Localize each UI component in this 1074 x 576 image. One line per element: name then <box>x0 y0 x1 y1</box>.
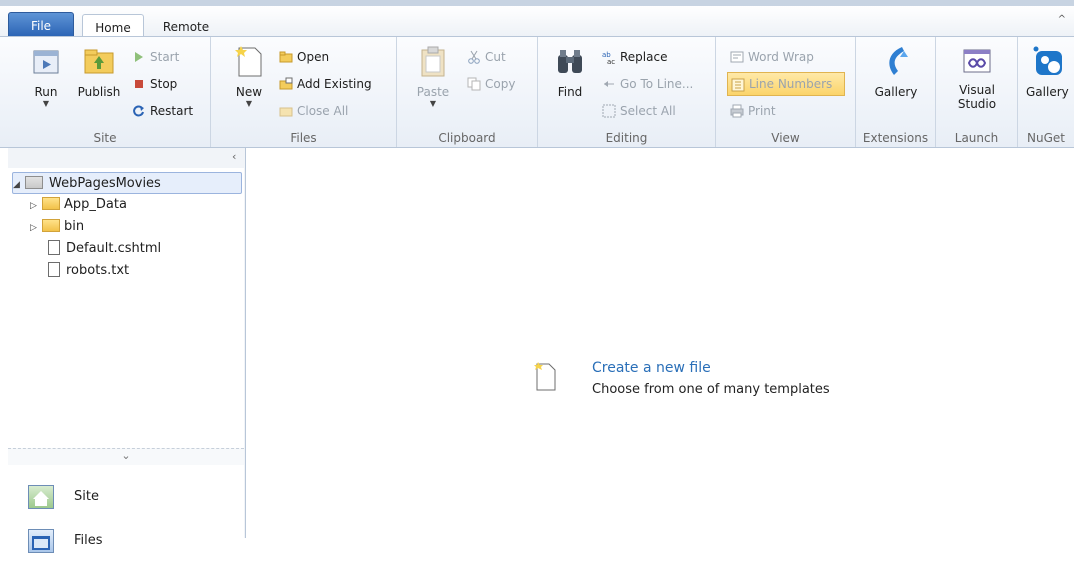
collapsed-triangle-icon[interactable]: ▷ <box>30 217 42 239</box>
nuget-gallery-button[interactable]: Gallery <box>1026 45 1074 99</box>
publish-button[interactable]: Publish <box>72 45 126 99</box>
close-all-icon <box>279 104 293 118</box>
add-existing-icon <box>279 77 293 91</box>
nuget-icon <box>1032 45 1064 79</box>
line-numbers-toggle[interactable]: Line Numbers <box>727 72 845 96</box>
folder-icon <box>42 219 60 232</box>
new-file-icon <box>233 45 265 79</box>
paste-button[interactable]: Paste ▼ <box>413 45 453 108</box>
tree-item-robots-txt[interactable]: robots.txt <box>48 260 129 282</box>
create-new-file-link[interactable]: Create a new file <box>592 360 711 376</box>
group-label-extensions: Extensions <box>862 131 929 145</box>
add-existing-button[interactable]: Add Existing <box>279 74 372 94</box>
file-icon <box>48 240 60 255</box>
visual-studio-icon <box>961 45 993 79</box>
ribbon-group-extensions: Gallery Extensions <box>856 37 936 147</box>
ribbon-group-editing: Find ab ac Replace Go To Line... Select Al… <box>538 37 716 147</box>
webmatrix-window: File Home Remote ^ Run ▼ Publish Start S… <box>0 0 1074 576</box>
files-icon <box>28 529 54 553</box>
extensions-gallery-button[interactable]: Gallery <box>866 45 926 99</box>
replace-button[interactable]: ab ac Replace <box>602 47 667 67</box>
left-panel: ‹ ◢ WebPagesMovies ▷ App_Data ▷ bin Default… <box>8 148 246 576</box>
group-label-launch: Launch <box>954 131 999 145</box>
file-icon <box>48 262 60 277</box>
replace-icon: ab ac <box>602 50 616 66</box>
line-numbers-icon <box>731 77 745 91</box>
cut-button[interactable]: Cut <box>467 47 506 67</box>
tree-item-default-cshtml[interactable]: Default.cshtml <box>48 238 161 260</box>
expanded-triangle-icon[interactable]: ◢ <box>13 174 25 196</box>
ribbon-collapse-icon[interactable]: ^ <box>1058 14 1066 25</box>
print-button[interactable]: Print <box>730 101 776 121</box>
word-wrap-toggle[interactable]: Word Wrap <box>730 47 814 67</box>
word-wrap-icon <box>730 50 744 64</box>
tree-item-bin[interactable]: ▷ bin <box>30 216 84 238</box>
panel-splitter[interactable]: ⌄ <box>8 448 244 465</box>
close-all-button[interactable]: Close All <box>279 101 348 121</box>
new-file-icon[interactable] <box>534 362 558 392</box>
extensions-gallery-icon <box>880 45 912 79</box>
stop-icon <box>132 77 146 91</box>
group-label-files: Files <box>290 131 317 145</box>
group-label-editing: Editing <box>605 131 648 145</box>
nav-files-button[interactable]: Files <box>8 520 244 562</box>
group-label-site: Site <box>93 131 117 145</box>
ribbon-group-nuget: Gallery NuGet <box>1018 37 1074 147</box>
ribbon-group-files: New ▼ Open Add Existing Close All Files <box>211 37 397 147</box>
scissors-icon <box>467 50 481 64</box>
svg-text:ac: ac <box>607 58 615 64</box>
ribbon-group-launch: Visual Studio Launch <box>936 37 1018 147</box>
tree-item-root[interactable]: ◢ WebPagesMovies <box>12 172 242 194</box>
restart-button[interactable]: Restart <box>132 101 193 121</box>
ribbon-group-view: Word Wrap Line Numbers Print View <box>716 37 856 147</box>
website-icon <box>25 176 43 189</box>
binoculars-icon <box>554 45 586 79</box>
group-label-nuget: NuGet <box>1027 131 1065 145</box>
start-button[interactable]: Start <box>132 47 179 67</box>
run-icon <box>30 45 62 79</box>
open-button[interactable]: Open <box>279 47 329 67</box>
select-all-button[interactable]: Select All <box>602 101 676 121</box>
ribbon: Run ▼ Publish Start Stop Restart Site Ne… <box>0 36 1074 148</box>
paste-icon <box>417 45 449 79</box>
tree-item-app-data[interactable]: ▷ App_Data <box>30 194 127 216</box>
copy-icon <box>467 77 481 91</box>
go-to-line-icon <box>602 77 616 91</box>
publish-icon <box>83 45 115 79</box>
run-button[interactable]: Run ▼ <box>24 45 68 108</box>
printer-icon <box>730 104 744 118</box>
select-all-icon <box>602 104 616 118</box>
start-icon <box>132 50 146 64</box>
create-new-file-subtitle: Choose from one of many templates <box>592 382 830 397</box>
new-button[interactable]: New ▼ <box>229 45 269 108</box>
site-home-icon <box>28 485 54 509</box>
file-tab[interactable]: File <box>8 12 74 38</box>
find-button[interactable]: Find <box>550 45 590 99</box>
stop-button[interactable]: Stop <box>132 74 177 94</box>
restart-icon <box>132 104 146 118</box>
folder-icon <box>42 197 60 210</box>
open-folder-icon <box>279 50 293 64</box>
collapsed-triangle-icon[interactable]: ▷ <box>30 195 42 217</box>
nav-site-button[interactable]: Site <box>8 476 244 518</box>
go-to-line-button[interactable]: Go To Line... <box>602 74 693 94</box>
ribbon-group-clipboard: Paste ▼ Cut Copy Clipboard <box>397 37 538 147</box>
group-label-clipboard: Clipboard <box>438 131 496 145</box>
workspace-area: Create a new file Choose from one of man… <box>246 148 1074 538</box>
file-tree: ◢ WebPagesMovies ▷ App_Data ▷ bin Default.c… <box>8 168 244 576</box>
ribbon-tab-strip: File Home Remote ^ <box>0 0 1074 42</box>
collapse-panel-icon[interactable]: ‹ <box>232 150 236 163</box>
group-label-view: View <box>771 131 800 145</box>
visual-studio-button[interactable]: Visual Studio <box>952 45 1002 111</box>
ribbon-group-site: Run ▼ Publish Start Stop Restart Site <box>0 37 211 147</box>
copy-button[interactable]: Copy <box>467 74 515 94</box>
